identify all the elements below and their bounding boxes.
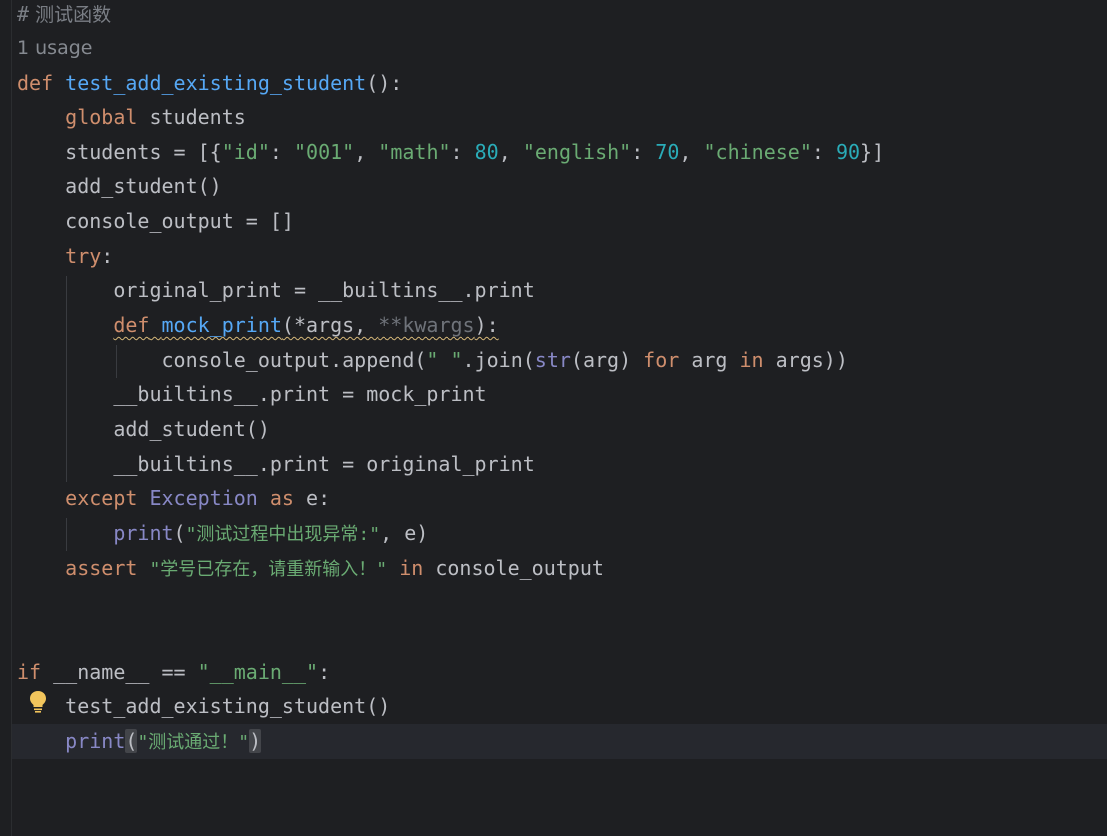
code-editor[interactable]: # 测试函数 1 usage def test_add_existing_stu…: [0, 0, 1107, 836]
function-name: test_add_existing_student: [65, 71, 367, 95]
comment-hash: #: [17, 2, 30, 26]
dict-value: 70: [655, 140, 680, 164]
dict-value: 90: [835, 140, 861, 164]
except-rest: e:: [293, 486, 331, 510]
console-output-assign: console_output = []: [65, 209, 294, 233]
func-def-line[interactable]: def test_add_existing_student():: [17, 66, 1107, 101]
print-builtin: print: [113, 521, 174, 545]
add-student-call: add_student(): [113, 417, 270, 441]
global-line[interactable]: global students: [17, 100, 1107, 135]
console-output-line[interactable]: console_output = []: [17, 204, 1107, 239]
assert-message-string: "学号已存在，请重新输入！": [149, 559, 388, 580]
mock-close: ):: [474, 313, 499, 337]
error-message-string: "测试过程中出现异常:": [185, 524, 381, 545]
dict-key: "math": [378, 140, 451, 164]
dict-value: "001": [293, 140, 355, 164]
try-line[interactable]: try:: [17, 239, 1107, 274]
def-keyword: def: [113, 313, 150, 337]
matched-bracket-close: ): [249, 729, 262, 753]
dict-value: 80: [474, 140, 499, 164]
pass-message-string: "测试通过！": [137, 732, 250, 753]
except-line[interactable]: except Exception as e:: [17, 481, 1107, 516]
call-test-line[interactable]: test_add_existing_student(): [17, 689, 1107, 724]
set-mock-line[interactable]: __builtins__.print = mock_print: [17, 377, 1107, 412]
print-builtin: print: [65, 729, 126, 753]
assert-line[interactable]: assert "学号已存在，请重新输入！" in console_output: [17, 551, 1107, 586]
assert-keyword: assert: [65, 556, 138, 580]
if-keyword: if: [17, 660, 42, 684]
join-call: .join(: [462, 348, 535, 372]
add-student-call-line[interactable]: add_student(): [17, 169, 1107, 204]
def-keyword: def: [17, 71, 54, 95]
print-rest: , e): [380, 521, 429, 545]
mock-print-name: mock_print: [161, 313, 282, 337]
usage-hint[interactable]: 1 usage: [17, 31, 92, 66]
print-pass-line[interactable]: print("测试通过！"): [12, 724, 1107, 759]
arg-var: arg: [679, 348, 740, 372]
set-mock-assign: __builtins__.print = mock_print: [113, 382, 487, 406]
try-keyword: try: [65, 244, 102, 268]
space-string: " ": [426, 348, 463, 372]
append-call: console_output.append(: [161, 348, 427, 372]
comment-line[interactable]: # 测试函数: [17, 0, 1107, 32]
global-rest: students: [137, 105, 246, 129]
mock-args: (*args,: [281, 313, 379, 337]
dict-key: "chinese": [703, 140, 812, 164]
add-student-call-line-2[interactable]: add_student(): [17, 412, 1107, 447]
str-builtin: str: [534, 348, 571, 372]
comment-text: 测试函数: [29, 4, 112, 26]
dict-key: "id": [221, 140, 270, 164]
global-keyword: global: [65, 105, 138, 129]
mock-def-line[interactable]: def mock_print(*args, **kwargs):: [17, 308, 1107, 343]
exception-class: Exception: [149, 486, 258, 510]
if-colon: :: [318, 660, 331, 684]
append-line[interactable]: console_output.append(" ".join(str(arg) …: [17, 343, 1107, 378]
as-keyword: as: [269, 486, 294, 510]
restore-print-line[interactable]: __builtins__.print = original_print: [17, 447, 1107, 482]
func-def-tail: ():: [366, 71, 403, 95]
except-keyword: except: [65, 486, 138, 510]
print-error-line[interactable]: print("测试过程中出现异常:", e): [17, 516, 1107, 551]
try-colon: :: [101, 244, 114, 268]
original-print-line[interactable]: original_print = __builtins__.print: [17, 273, 1107, 308]
for-keyword: for: [643, 348, 680, 372]
args-close: args)): [763, 348, 848, 372]
matched-bracket-open: (: [125, 729, 138, 753]
original-print-assign: original_print = __builtins__.print: [113, 278, 535, 302]
call-test: test_add_existing_student(): [65, 694, 391, 718]
assert-rest: console_output: [423, 556, 604, 580]
print-open: (: [173, 521, 186, 545]
mock-kwargs: **kwargs: [378, 313, 475, 337]
students-lhs: students = [{: [65, 140, 222, 164]
if-main-line[interactable]: if __name__ == "__main__":: [17, 655, 1107, 690]
dict-key: "english": [522, 140, 632, 164]
students-assign-line[interactable]: students = [{"id": "001", "math": 80, "e…: [17, 135, 1107, 170]
students-end: }]: [860, 140, 885, 164]
in-keyword: in: [399, 556, 424, 580]
gutter-divider: [11, 0, 12, 836]
name-compare: __name__ ==: [41, 660, 198, 684]
arg-part: (arg): [570, 348, 644, 372]
main-string: "__main__": [197, 660, 319, 684]
add-student-call: add_student(): [65, 174, 222, 198]
in-keyword: in: [739, 348, 764, 372]
restore-print-assign: __builtins__.print = original_print: [113, 452, 535, 476]
